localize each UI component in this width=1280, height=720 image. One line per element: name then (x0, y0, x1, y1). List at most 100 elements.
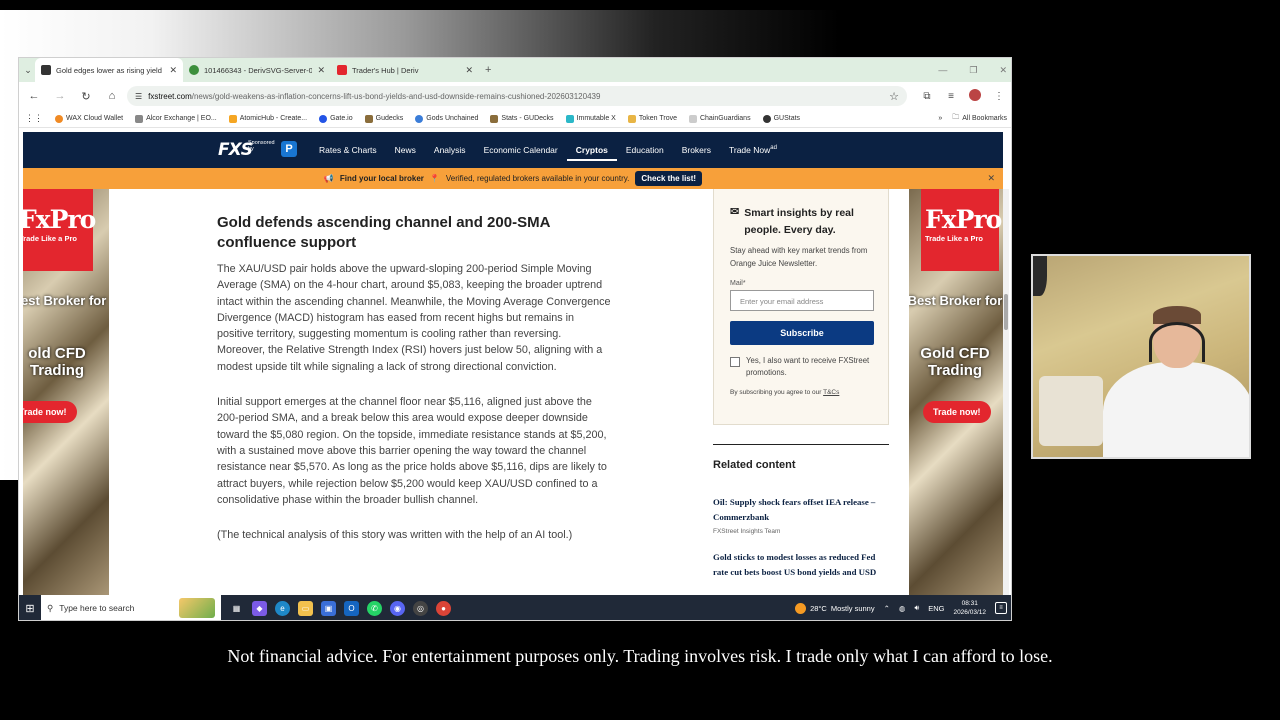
bookmark-item[interactable]: ChainGuardians (688, 114, 751, 123)
mail-label: Mail* (730, 280, 746, 287)
nav-news[interactable]: News (386, 145, 425, 155)
edge-icon[interactable]: e (275, 600, 290, 616)
bookmark-item[interactable]: Gate.io (319, 114, 353, 123)
network-icon[interactable]: ◍ (899, 604, 906, 613)
fxpro-ad-left[interactable]: FxPro Trade Like a Pro Best Broker for o… (23, 189, 109, 595)
bookmark-item[interactable]: Stats - GUDecks (490, 114, 554, 123)
nav-cryptos[interactable]: Cryptos (566, 145, 617, 161)
apps-grid-icon[interactable]: ⋮⋮ (25, 113, 43, 124)
site-info-icon[interactable]: ☰ (135, 92, 142, 101)
language-indicator[interactable]: ENG (928, 604, 944, 613)
promotions-checkbox[interactable] (730, 357, 740, 367)
extensions-icon[interactable]: ⧉ (917, 91, 937, 102)
scrollbar-thumb[interactable] (1004, 294, 1008, 330)
bookmark-favicon-icon (228, 114, 237, 123)
more-menu-icon[interactable]: ⋮ (989, 91, 1009, 102)
fxpro-ad-right[interactable]: FxPro Trade Like a Pro Best Broker for G… (909, 189, 1003, 595)
close-icon[interactable]: ✕ (169, 65, 177, 76)
bookmark-item[interactable]: Token Trove (627, 114, 677, 123)
article-paragraph: The XAU/USD pair holds above the upward-… (217, 263, 611, 373)
tab-traders-hub[interactable]: Trader's Hub | Deriv ✕ (331, 58, 479, 82)
taskbar-clock[interactable]: 08:31 2026/03/12 (953, 599, 986, 617)
tab-title: 101466343 - DerivSVG-Server-0 (204, 65, 313, 75)
nav-education[interactable]: Education (617, 145, 673, 155)
recording-app-icon[interactable]: ◎ (413, 600, 428, 616)
nav-economic-calendar[interactable]: Economic Calendar (475, 145, 567, 155)
store-icon[interactable]: ▣ (321, 600, 336, 616)
sponsor-logo-icon[interactable]: P (281, 141, 297, 157)
profile-avatar[interactable] (965, 88, 985, 104)
browser-window: ⌄ Gold edges lower as rising yield ✕ 101… (18, 57, 1012, 621)
weather-widget[interactable]: 28°C Mostly sunny (795, 602, 875, 614)
taskbar-search[interactable]: ⚲ Type here to search (41, 595, 221, 620)
related-heading: Related content (713, 459, 796, 471)
windows-start-icon[interactable]: ⊞ (19, 602, 41, 615)
check-list-button[interactable]: Check the list! (635, 171, 703, 186)
maximize-icon[interactable]: ❐ (969, 65, 977, 76)
tab-fxstreet[interactable]: Gold edges lower as rising yield ✕ (35, 58, 183, 82)
bookmark-item[interactable]: Immutable X (565, 114, 616, 123)
bookmark-item[interactable]: Gudecks (364, 114, 403, 123)
nav-trade-now[interactable]: Trade Nowad (720, 145, 786, 155)
task-view-icon[interactable]: ▦ (229, 601, 244, 616)
subscribe-button[interactable]: Subscribe (730, 321, 874, 345)
whatsapp-icon[interactable]: ✆ (367, 600, 382, 616)
bookmark-favicon-icon (364, 114, 373, 123)
close-window-icon[interactable]: ✕ (999, 65, 1007, 76)
chevron-double-right-icon[interactable]: » (938, 115, 942, 122)
related-item[interactable]: Oil: Supply shock fears offset IEA relea… (713, 495, 889, 535)
chevron-up-icon[interactable]: ⌃ (884, 604, 890, 613)
file-explorer-icon[interactable]: ▭ (298, 600, 313, 616)
copilot-icon[interactable]: ◆ (252, 600, 267, 616)
background-object (1039, 376, 1103, 446)
email-field[interactable]: Enter your email address (730, 290, 874, 311)
bookmark-item[interactable]: Alcor Exchange | EO... (135, 114, 217, 123)
close-icon[interactable]: ✕ (987, 173, 995, 184)
home-icon[interactable]: ⌂ (101, 90, 123, 102)
headset-icon (1149, 322, 1205, 362)
discord-icon[interactable]: ◉ (390, 600, 405, 616)
close-icon[interactable]: ✕ (465, 65, 473, 76)
outlook-icon[interactable]: O (344, 600, 359, 616)
bookmark-item[interactable]: WAX Cloud Wallet (55, 114, 123, 123)
bookmark-item[interactable]: AtomicHub - Create... (228, 114, 307, 123)
article-paragraph: Initial support emerges at the channel f… (217, 396, 607, 506)
chrome-icon[interactable]: ● (436, 600, 451, 616)
bookmark-favicon-icon (415, 114, 424, 123)
back-arrow-icon[interactable]: ← (23, 90, 45, 102)
bookmark-item[interactable]: GUStats (762, 114, 800, 123)
terms-link[interactable]: T&Cs (823, 389, 839, 396)
ad-trade-now-button[interactable]: Trade now! (923, 401, 991, 423)
fxstreet-logo[interactable]: FXS (218, 140, 253, 160)
megaphone-icon: 📢 (323, 174, 334, 183)
bookmark-star-icon[interactable]: ☆ (889, 90, 899, 103)
tab-deriv-server[interactable]: 101466343 - DerivSVG-Server-0 ✕ (183, 58, 331, 82)
notifications-icon[interactable]: ≡ (995, 602, 1007, 614)
minimize-icon[interactable]: — (938, 65, 947, 75)
search-icon: ⚲ (47, 602, 54, 613)
ad-trade-now-button[interactable]: Trade now! (23, 401, 77, 423)
bookmark-item[interactable]: Gods Unchained (415, 114, 478, 123)
bookmark-favicon-icon (55, 114, 63, 123)
forward-arrow-icon[interactable]: → (49, 90, 71, 102)
main-nav: Rates & Charts News Analysis Economic Ca… (310, 132, 786, 168)
nav-analysis[interactable]: Analysis (425, 145, 475, 155)
address-bar[interactable]: ☰ fxstreet.com/news/gold-weakens-as-infl… (127, 86, 907, 106)
nav-brokers[interactable]: Brokers (673, 145, 720, 155)
reload-icon[interactable]: ↻ (75, 90, 97, 103)
webcam-overlay (1031, 254, 1251, 459)
volume-icon[interactable]: 🔊︎ (914, 603, 919, 613)
new-tab-plus-icon[interactable]: + (485, 64, 491, 76)
media-icon[interactable]: ≡ (941, 91, 961, 102)
tab-title: Gold edges lower as rising yield (56, 65, 162, 75)
close-icon[interactable]: ✕ (317, 65, 325, 76)
all-bookmarks[interactable]: 🗀 All Bookmarks (952, 113, 1007, 124)
related-item[interactable]: Gold sticks to modest losses as reduced … (713, 550, 889, 580)
checkbox-label: Yes, I also want to receive FXStreet pro… (746, 356, 870, 377)
newsletter-box: ✉ Smart insights by real people. Every d… (713, 189, 889, 425)
nav-rates-charts[interactable]: Rates & Charts (310, 145, 386, 155)
related-title[interactable]: Gold sticks to modest losses as reduced … (713, 550, 889, 580)
tab-search-icon[interactable]: ⌄ (21, 65, 35, 76)
related-title[interactable]: Oil: Supply shock fears offset IEA relea… (713, 495, 889, 525)
page-scrollbar[interactable] (1003, 189, 1009, 595)
